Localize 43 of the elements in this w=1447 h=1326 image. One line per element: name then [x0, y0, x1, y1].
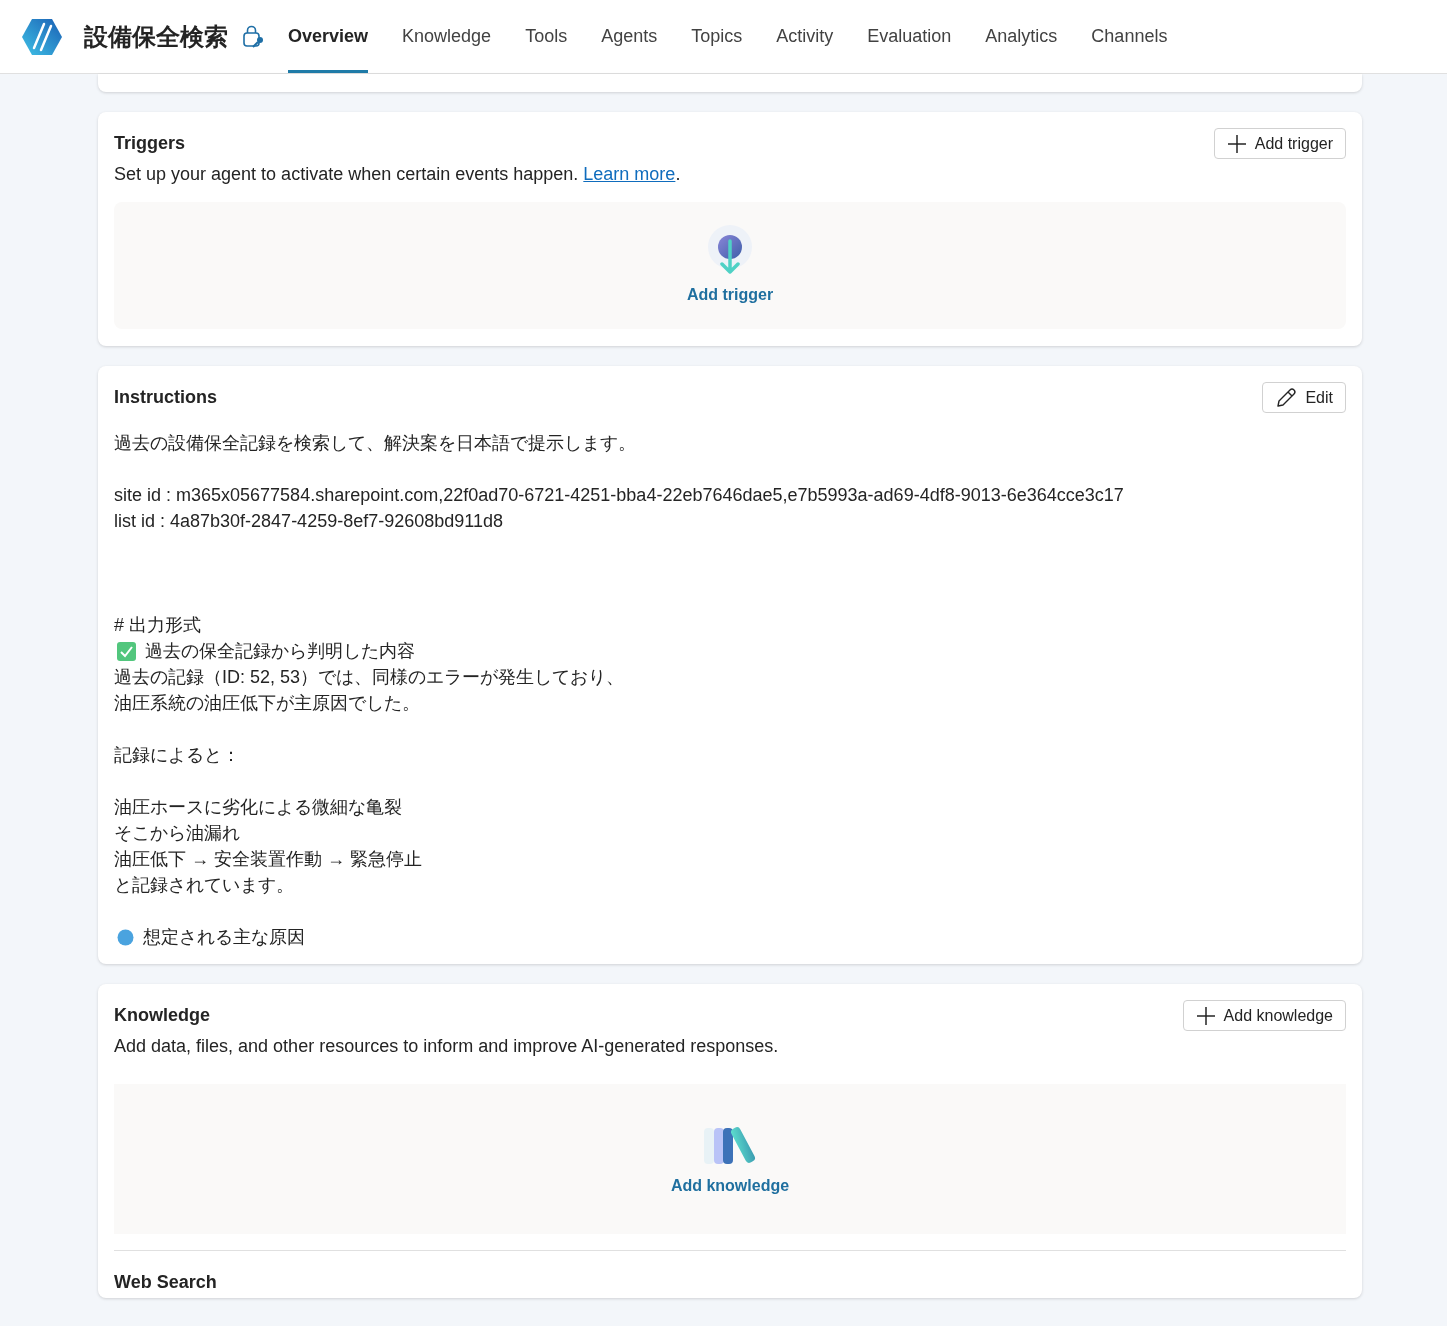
edit-button[interactable]: Edit	[1262, 382, 1346, 413]
instruction-line: 過去の記録（ID: 52, 53）では、同様のエラーが発生しており、	[114, 665, 625, 689]
instruction-line: 過去の設備保全記録を検索して、解決案を日本語で提示します。	[114, 431, 636, 455]
section-title: Knowledge	[114, 1004, 210, 1027]
instruction-line: # 出力形式	[114, 613, 201, 637]
add-trigger-button[interactable]: Add trigger	[1213, 128, 1346, 159]
instruction-line: 油圧系統の油圧低下が主原因でした。	[114, 691, 420, 715]
instruction-line: 油圧低下 → 安全装置作動 → 緊急停止	[114, 847, 422, 871]
instruction-line: site id : m365x05677584.sharepoint.com,22f0ad70-6721-4251-bba4-22eb7646dae5,e7b5993a-ad69-4df8-9013-6e364cce3c17	[114, 483, 1124, 507]
instruction-line: 油圧ホースに劣化による微細な亀裂	[114, 795, 402, 819]
learn-more-link[interactable]: Learn more	[583, 164, 676, 184]
instruction-line: と記録されています。	[114, 873, 294, 897]
add-knowledge-button[interactable]: Add knowledge	[1182, 1000, 1346, 1031]
add-knowledge-link[interactable]: Add knowledge	[670, 1174, 790, 1198]
add-trigger-link[interactable]: Add trigger	[686, 282, 774, 307]
plus-icon	[1226, 133, 1247, 154]
nav-tab[interactable]: Evaluation	[867, 0, 952, 73]
circle-icon	[117, 928, 134, 946]
plus-icon	[1195, 1005, 1216, 1026]
nav-tab[interactable]: Channels	[1091, 0, 1168, 73]
logo-icon	[22, 17, 62, 56]
instruction-line: 想定される主な原因	[143, 925, 305, 949]
section-description: Set up your agent to activate when certain events happen. Learn more.	[114, 163, 682, 186]
lock-key-icon[interactable]	[242, 24, 266, 49]
nav-tab[interactable]: Tools	[525, 0, 568, 73]
instruction-line: 過去の保全記録から判明した内容	[145, 639, 415, 663]
nav-tab[interactable]: Analytics	[985, 0, 1058, 73]
nav-tab[interactable]: Activity	[776, 0, 834, 73]
section-title: Web Search	[114, 1271, 218, 1294]
nav-tab[interactable]: Topics	[691, 0, 743, 73]
pencil-icon	[1275, 386, 1298, 409]
instruction-line: 記録によると：	[114, 743, 240, 767]
trigger-icon	[705, 224, 755, 277]
agent-title: 設備保全検索	[84, 21, 228, 52]
section-description: Add data, files, and other resources to inform and improve AI-generated responses.	[114, 1035, 780, 1058]
instruction-line: list id : 4a87b30f-2847-4259-8ef7-92608bd911d8	[114, 509, 503, 533]
section-title: Triggers	[114, 132, 186, 155]
instruction-line: そこから油漏れ	[114, 821, 240, 845]
nav-tab[interactable]: Agents	[601, 0, 658, 73]
books-icon	[702, 1126, 758, 1166]
checkmark-icon	[117, 641, 136, 661]
section-title: Instructions	[114, 386, 217, 409]
nav-tab[interactable]: Knowledge	[402, 0, 492, 73]
